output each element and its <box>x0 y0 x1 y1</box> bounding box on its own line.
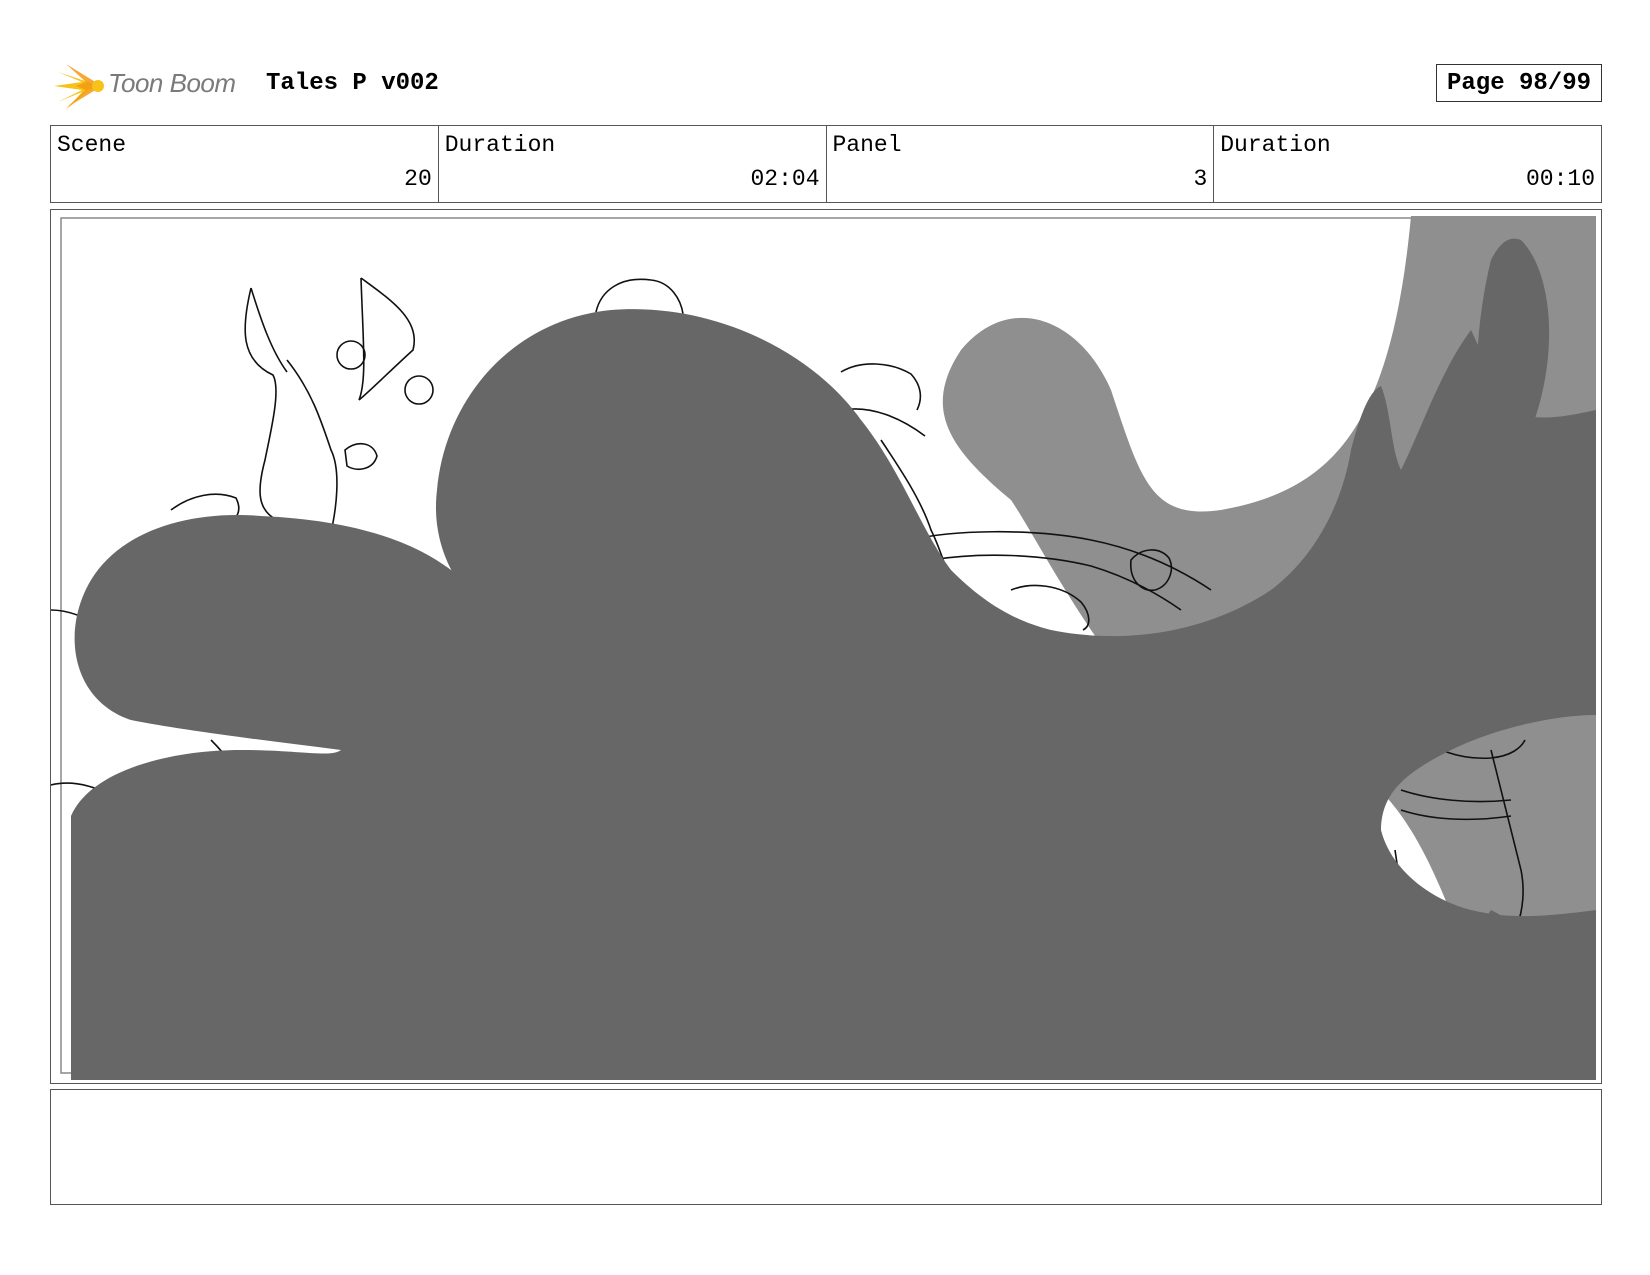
logo-wordmark: Toon Boom <box>108 68 236 98</box>
scene-value: 20 <box>404 166 432 192</box>
scene-cell: Scene 20 <box>51 126 439 202</box>
panel-duration-value: 00:10 <box>1525 166 1595 192</box>
toon-boom-logo: Toon Boom <box>52 58 252 114</box>
panel-cell: Panel 3 <box>827 126 1215 202</box>
scene-duration-label: Duration <box>444 132 556 158</box>
panel-duration-label: Duration <box>1220 132 1331 158</box>
panel-info-table: Scene 20 Duration 02:04 Panel 3 Duration… <box>50 125 1602 203</box>
storyboard-panel <box>50 209 1602 1084</box>
scene-label: Scene <box>57 132 127 158</box>
scene-duration-cell: Duration 02:04 <box>439 126 827 202</box>
starburst-icon <box>54 64 104 110</box>
panel-drawing <box>51 216 1596 1081</box>
project-title: Tales P v002 <box>266 70 439 97</box>
panel-label: Panel <box>832 132 902 158</box>
panel-value: 3 <box>1193 166 1208 192</box>
foreground-tentacle-mass <box>71 309 1596 1081</box>
scene-duration-value: 02:04 <box>750 166 820 192</box>
page-number: Page 98/99 <box>1436 64 1602 102</box>
panel-duration-cell: Duration 00:10 <box>1214 126 1601 202</box>
panel-notes-box <box>50 1089 1602 1205</box>
